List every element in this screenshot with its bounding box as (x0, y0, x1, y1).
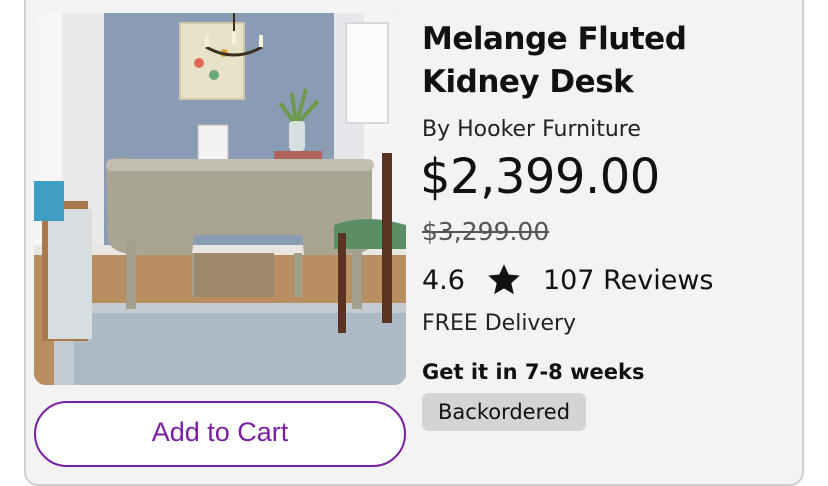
add-to-cart-label: Add to Cart (151, 417, 289, 447)
reviews-count[interactable]: 107 Reviews (543, 265, 714, 296)
sale-price: $2,399.00 (420, 149, 660, 205)
original-price: $3,299.00 (422, 217, 550, 246)
status-badge-label: Backordered (438, 400, 571, 424)
brand-name[interactable]: By Hooker Furniture (422, 116, 641, 144)
rating-value: 4.6 (422, 264, 465, 296)
rating-row[interactable]: 4.6 107 Reviews (422, 260, 713, 300)
delivery-info: FREE Delivery (422, 311, 577, 336)
add-to-cart-button[interactable]: Add to Cart (34, 401, 406, 467)
product-title[interactable]: Melange Fluted Kidney Desk (422, 18, 792, 104)
star-icon (485, 262, 523, 298)
product-image[interactable] (34, 13, 406, 385)
status-badge: Backordered (422, 393, 587, 431)
delivery-eta: Get it in 7-8 weeks (422, 360, 645, 384)
